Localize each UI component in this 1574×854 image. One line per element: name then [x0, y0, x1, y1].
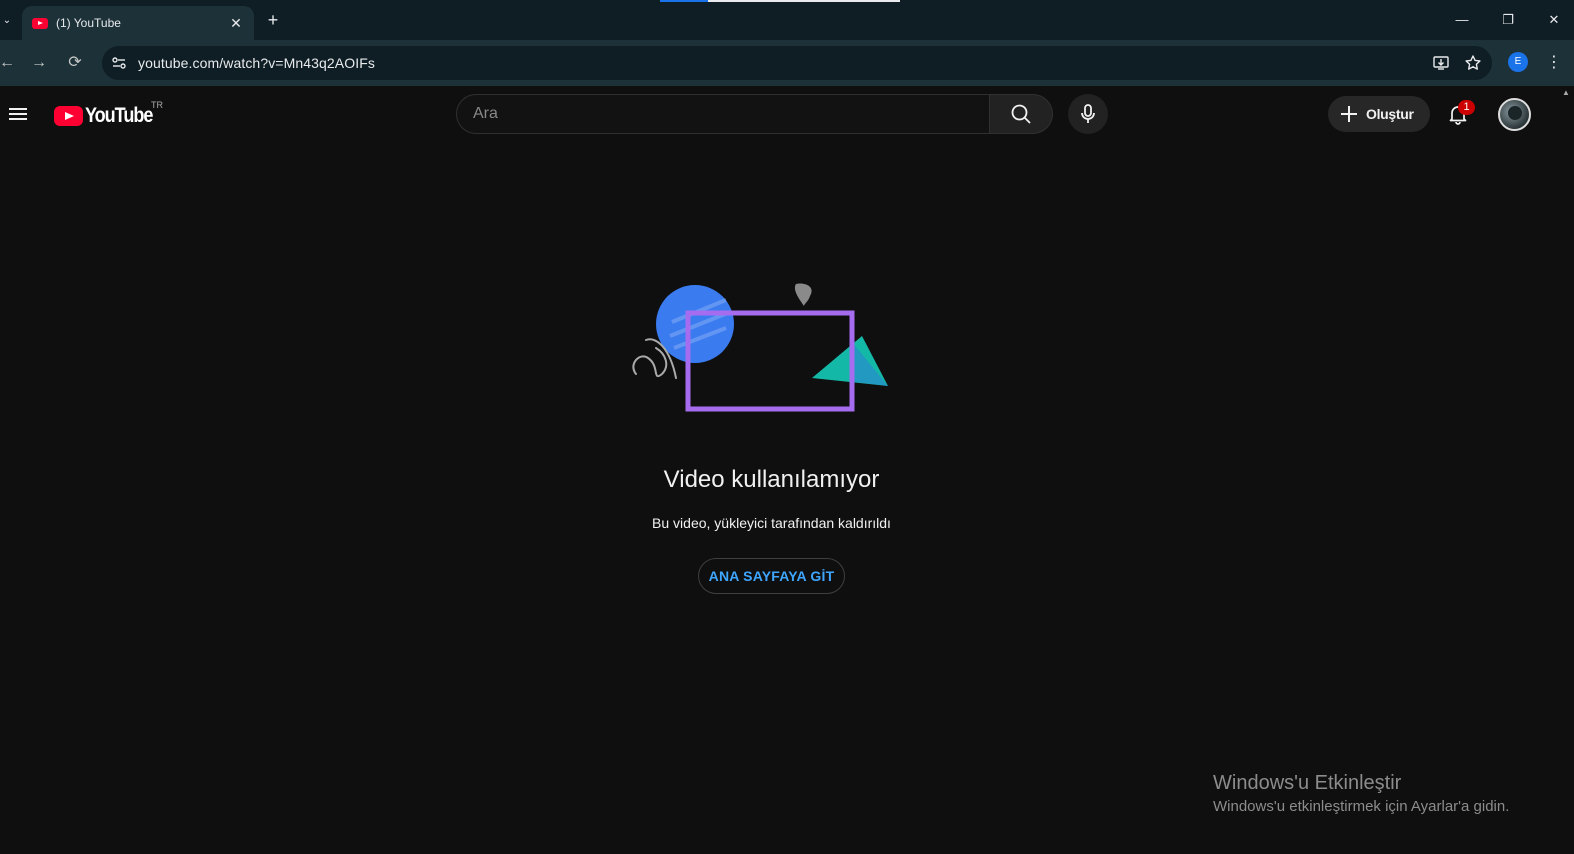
- youtube-favicon-icon: [32, 17, 48, 29]
- youtube-masthead: YouTube TR Oluştur 1: [0, 86, 1574, 142]
- youtube-logo[interactable]: YouTube TR: [54, 100, 163, 128]
- microphone-icon: [1081, 104, 1095, 123]
- error-message: Bu video, yükleyici tarafından kaldırıld…: [652, 515, 891, 531]
- address-bar[interactable]: youtube.com/watch?v=Mn43q2AOIFs: [102, 46, 1492, 80]
- tab-search-chevron-icon[interactable]: ⌄: [0, 8, 14, 32]
- minimize-icon[interactable]: —: [1442, 6, 1482, 34]
- load-progress-track: [708, 0, 900, 2]
- scrollbar-up-arrow-icon[interactable]: ▲: [1562, 88, 1570, 97]
- window-close-icon[interactable]: ✕: [1534, 6, 1574, 34]
- guide-menu-icon[interactable]: [6, 102, 30, 126]
- search-box[interactable]: [456, 94, 990, 134]
- browser-menu-icon[interactable]: ⋮: [1546, 52, 1562, 74]
- browser-toolbar: ← → ⟳ youtube.com/watch?v=Mn43q2AOIFs E …: [0, 40, 1574, 86]
- browser-profile-avatar[interactable]: E: [1508, 52, 1528, 72]
- new-tab-plus-icon[interactable]: +: [262, 8, 284, 32]
- install-app-icon[interactable]: [1428, 50, 1454, 76]
- back-arrow-icon[interactable]: ←: [0, 50, 20, 76]
- bookmark-star-icon[interactable]: [1460, 50, 1486, 76]
- logo-wordmark: YouTube: [85, 104, 153, 127]
- watermark-title: Windows'u Etkinleştir: [1213, 772, 1402, 794]
- search-input[interactable]: [473, 105, 989, 123]
- search-icon: [1011, 104, 1031, 124]
- browser-tabstrip: ⌄ (1) YouTube ✕ + — ❐ ✕: [0, 0, 1574, 40]
- browser-tab-youtube[interactable]: (1) YouTube ✕: [22, 6, 254, 40]
- account-avatar[interactable]: [1498, 98, 1531, 131]
- error-title: Video kullanılamıyor: [663, 466, 880, 493]
- country-code: TR: [151, 100, 163, 110]
- notification-badge: 1: [1458, 100, 1475, 115]
- forward-arrow-icon[interactable]: →: [26, 50, 52, 76]
- create-label: Oluştur: [1366, 106, 1414, 122]
- load-progress: [660, 0, 708, 2]
- youtube-play-icon: [54, 106, 83, 126]
- reload-icon[interactable]: ⟳: [62, 50, 88, 76]
- create-button[interactable]: Oluştur: [1328, 96, 1430, 132]
- url-text[interactable]: youtube.com/watch?v=Mn43q2AOIFs: [138, 55, 1428, 71]
- illus-grey-drop: [794, 283, 812, 306]
- windows-activation-watermark: Windows'u Etkinleştir Windows'u etkinleş…: [1213, 772, 1509, 815]
- site-settings-icon[interactable]: [108, 52, 130, 74]
- watermark-subtitle: Windows'u etkinleştirmek için Ayarlar'a …: [1213, 798, 1510, 815]
- video-unavailable-illustration: [632, 283, 888, 412]
- tab-close-icon[interactable]: ✕: [228, 15, 244, 32]
- voice-search-button[interactable]: [1068, 94, 1108, 134]
- go-home-button[interactable]: ANA SAYFAYA GİT: [698, 558, 845, 594]
- plus-icon: [1341, 106, 1357, 122]
- tab-title: (1) YouTube: [56, 16, 121, 30]
- search-button[interactable]: [990, 94, 1053, 134]
- restore-icon[interactable]: ❐: [1488, 6, 1528, 34]
